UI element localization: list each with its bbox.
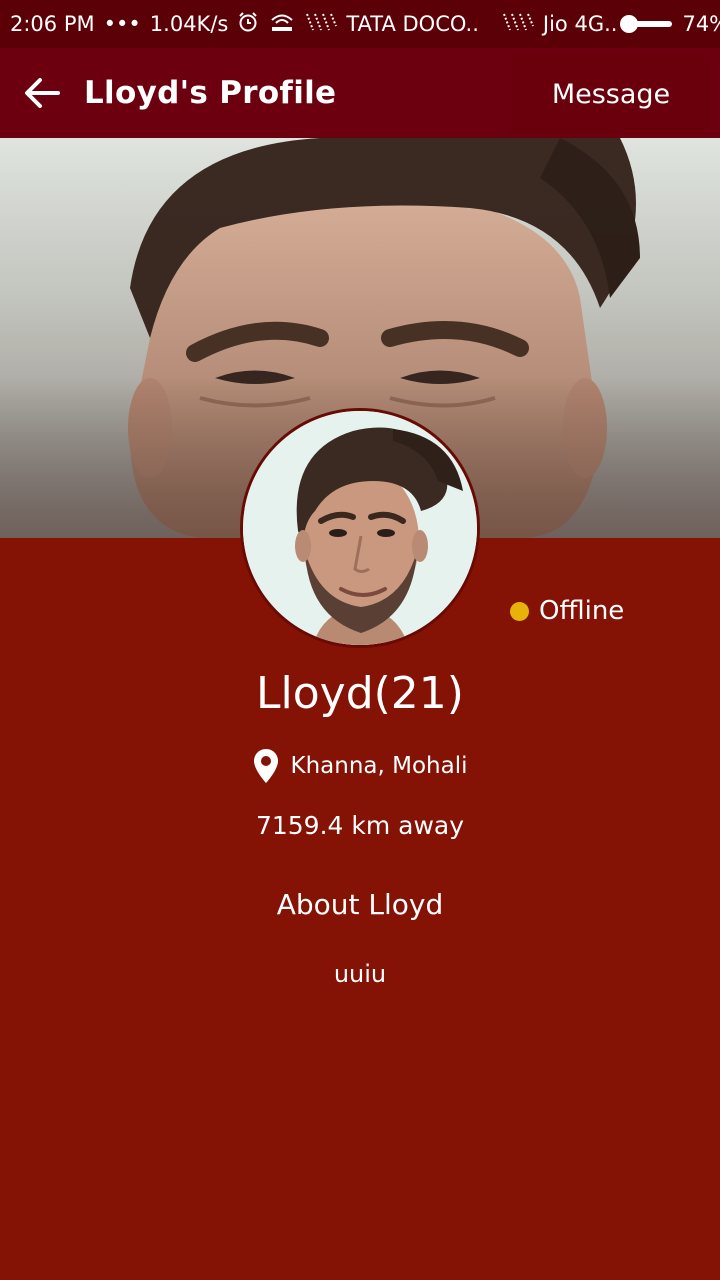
page-title: Lloyd's Profile [84, 75, 337, 111]
status-dot-icon [510, 601, 529, 621]
status-time: 2:06 PM [10, 12, 95, 36]
battery-area: 74% [620, 12, 720, 36]
profile-screen: 2:06 PM ••• 1.04K/s TATA DOCO.. Jio 4G..… [0, 0, 720, 1280]
network-speed: 1.04K/s [149, 12, 229, 36]
carrier-name-2: Jio 4G.. [542, 12, 618, 36]
location-row: Khanna, Mohali [0, 748, 720, 784]
about-text: uuiu [333, 960, 387, 988]
profile-name: Lloyd(21) [256, 668, 464, 719]
battery-icon [620, 15, 673, 33]
wifi-hotspot-icon [268, 11, 296, 38]
alarm-icon [237, 11, 259, 38]
status-bar: 2:06 PM ••• 1.04K/s TATA DOCO.. Jio 4G..… [0, 0, 720, 48]
app-bar: Lloyd's Profile Message [0, 48, 720, 138]
location-text: Khanna, Mohali [290, 753, 468, 779]
message-button[interactable]: Message [512, 54, 710, 134]
distance-text: 7159.4 km away [255, 811, 465, 840]
back-button[interactable] [0, 48, 84, 138]
arrow-left-icon [25, 78, 60, 108]
signal-icon [305, 12, 338, 37]
about-heading: About Lloyd [276, 888, 444, 921]
carrier-name-1: TATA DOCO.. [346, 12, 479, 36]
online-status: Offline [510, 596, 624, 626]
status-label: Offline [539, 596, 625, 626]
notification-dots: ••• [103, 12, 141, 36]
location-pin-icon [253, 748, 279, 784]
avatar[interactable] [240, 408, 480, 648]
battery-percent: 74% [682, 12, 720, 36]
signal-icon-2 [502, 12, 534, 37]
